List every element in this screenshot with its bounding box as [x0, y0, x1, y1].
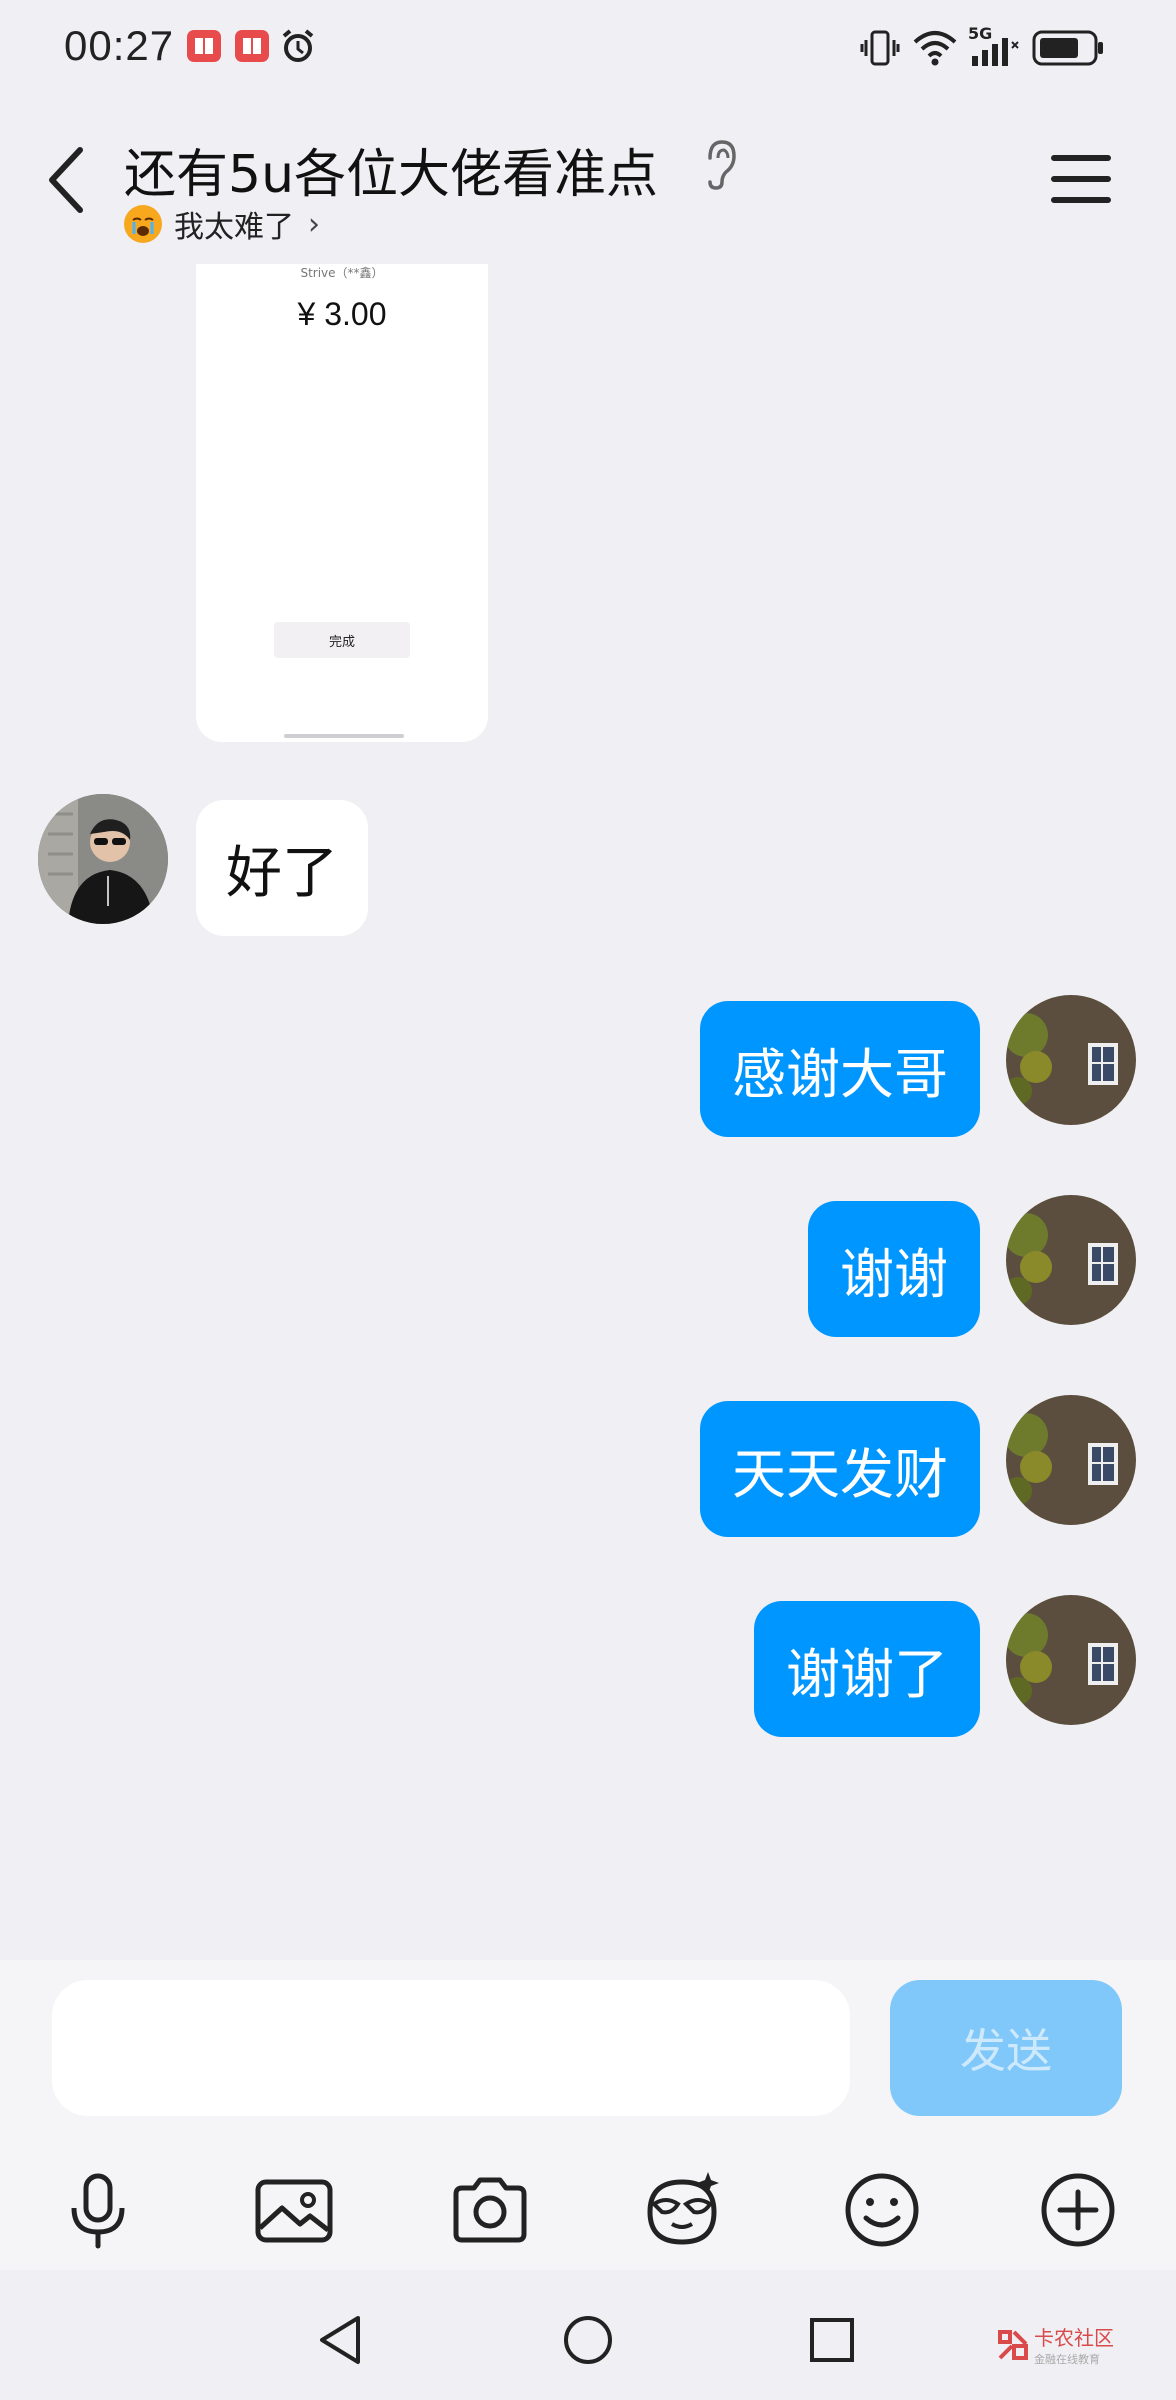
group-status[interactable]: 我太难了 › — [124, 202, 320, 246]
message-bubble-outgoing[interactable]: 感谢大哥 — [700, 1001, 980, 1137]
watermark: 卡农社区 金融在线教育 — [996, 2322, 1114, 2367]
microphone-icon[interactable] — [56, 2168, 140, 2252]
chevron-right-icon: › — [308, 206, 320, 242]
plus-icon[interactable] — [1036, 2168, 1120, 2252]
my-avatar[interactable] — [1006, 1595, 1136, 1725]
contact-avatar[interactable] — [38, 794, 168, 924]
battery-icon — [1032, 30, 1103, 66]
watermark-logo-icon — [998, 2329, 1028, 2360]
message-input[interactable] — [52, 1980, 850, 2116]
system-nav-bar: 卡农社区 金融在线教育 — [0, 2270, 1176, 2400]
image-icon[interactable] — [252, 2168, 336, 2252]
payment-done-button: 完成 — [274, 622, 410, 658]
status-time: 00:27 — [64, 22, 175, 69]
watermark-tagline: 金融在线教育 — [1034, 2353, 1100, 2366]
composer: 发送 — [0, 1960, 1176, 2270]
message-bubble-outgoing[interactable]: 谢谢 — [808, 1201, 980, 1337]
home-indicator — [284, 734, 404, 738]
chat-title[interactable]: 还有5u各位大佬看准点 — [124, 132, 658, 207]
nav-home-icon[interactable] — [558, 2310, 618, 2370]
camera-icon[interactable] — [448, 2168, 532, 2252]
composer-toolbar — [0, 2150, 1176, 2270]
emoji-icon[interactable] — [840, 2168, 924, 2252]
notification-app-icon — [235, 30, 269, 62]
image-message[interactable]: Strive（**鑫） ¥ 3.00 完成 — [196, 264, 488, 742]
nav-back-icon[interactable] — [312, 2310, 372, 2370]
status-bar: 00:27 5G — [0, 0, 1176, 92]
nav-recents-icon[interactable] — [802, 2310, 862, 2370]
ear-icon[interactable] — [700, 136, 740, 192]
group-status-text: 我太难了 — [174, 210, 294, 245]
signal-5g-icon — [972, 38, 1019, 66]
payment-payee: Strive（**鑫） — [300, 266, 384, 280]
chat-header: 还有5u各位大佬看准点 我太难了 › — [0, 92, 1176, 264]
my-avatar[interactable] — [1006, 1395, 1136, 1525]
sticker-icon[interactable] — [640, 2168, 724, 2252]
notification-app-icon — [187, 30, 221, 62]
my-avatar[interactable] — [1006, 995, 1136, 1125]
watermark-brand: 卡农社区 — [1034, 2326, 1114, 2350]
send-button[interactable]: 发送 — [890, 1980, 1122, 2116]
wifi-icon — [913, 31, 957, 66]
message-bubble-outgoing[interactable]: 天天发财 — [700, 1401, 980, 1537]
crying-face-icon — [124, 205, 162, 243]
back-button[interactable] — [40, 140, 100, 220]
message-bubble-incoming[interactable]: 好了 — [196, 800, 368, 936]
message-bubble-outgoing[interactable]: 谢谢了 — [754, 1601, 980, 1737]
vibrate-icon — [860, 30, 900, 66]
menu-button[interactable] — [1050, 152, 1112, 206]
alarm-icon — [282, 29, 314, 62]
payment-amount: ¥ 3.00 — [297, 296, 387, 332]
my-avatar[interactable] — [1006, 1195, 1136, 1325]
